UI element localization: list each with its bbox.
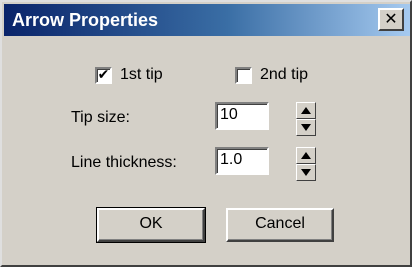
line-thickness-stepper bbox=[296, 147, 316, 181]
title-bar[interactable]: Arrow Properties ✕ bbox=[4, 4, 410, 36]
close-icon: ✕ bbox=[384, 9, 398, 28]
cancel-button[interactable]: Cancel bbox=[226, 208, 334, 242]
arrow-properties-dialog: Arrow Properties ✕ ✔ 1st tip 2nd tip Tip… bbox=[0, 0, 412, 267]
check-icon: ✔ bbox=[97, 66, 110, 83]
ok-button[interactable]: OK bbox=[96, 207, 206, 243]
line-thickness-decrement-button[interactable] bbox=[296, 164, 316, 181]
close-button[interactable]: ✕ bbox=[378, 8, 404, 31]
line-thickness-increment-button[interactable] bbox=[296, 147, 316, 164]
dialog-title: Arrow Properties bbox=[12, 10, 159, 30]
tip-size-stepper bbox=[296, 102, 316, 136]
first-tip-label: 1st tip bbox=[120, 66, 163, 83]
tip-size-label: Tip size: bbox=[71, 109, 130, 126]
tip-size-decrement-button[interactable] bbox=[296, 119, 316, 136]
down-arrow-icon bbox=[301, 169, 311, 176]
first-tip-checkbox-row[interactable]: ✔ 1st tip bbox=[95, 64, 163, 86]
tip-size-increment-button[interactable] bbox=[296, 102, 316, 119]
up-arrow-icon bbox=[301, 152, 311, 159]
tip-size-input[interactable]: 10 bbox=[215, 102, 269, 130]
down-arrow-icon bbox=[301, 124, 311, 131]
second-tip-label: 2nd tip bbox=[260, 66, 309, 83]
second-tip-checkbox-row[interactable]: 2nd tip bbox=[235, 64, 308, 86]
second-tip-checkbox[interactable] bbox=[235, 66, 252, 84]
line-thickness-input[interactable]: 1.0 bbox=[215, 147, 269, 175]
up-arrow-icon bbox=[301, 107, 311, 114]
line-thickness-label: Line thickness: bbox=[71, 154, 177, 171]
first-tip-checkbox[interactable]: ✔ bbox=[95, 66, 112, 84]
